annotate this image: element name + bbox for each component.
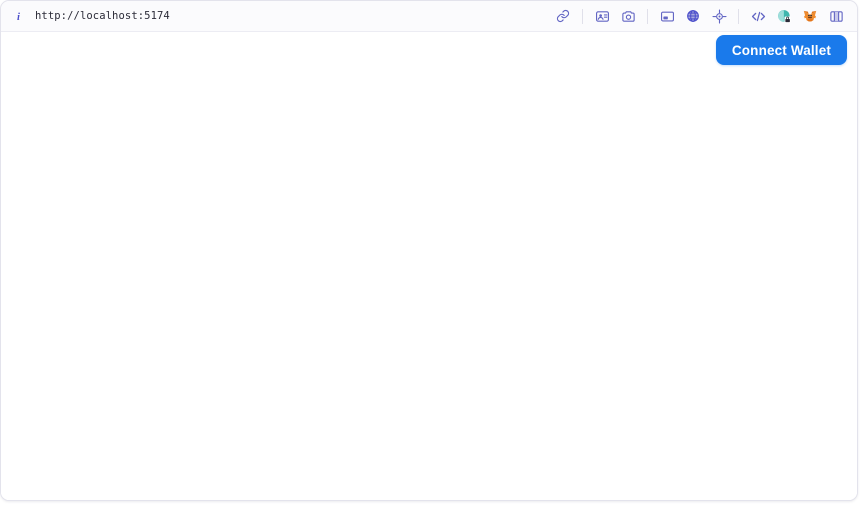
svg-text:i: i <box>17 12 20 23</box>
browser-toolbar: i http://localhost:5174 <box>1 1 857 32</box>
id-card-icon[interactable] <box>593 7 611 25</box>
page-viewport: Connect Wallet <box>1 32 857 500</box>
link-icon[interactable] <box>554 7 572 25</box>
info-icon[interactable]: i <box>11 9 25 23</box>
camera-icon[interactable] <box>619 7 637 25</box>
picture-in-picture-icon[interactable] <box>658 7 676 25</box>
metamask-fox-icon[interactable] <box>801 7 819 25</box>
toolbar-separator-1 <box>582 8 583 24</box>
toolbar-separator-3 <box>738 8 739 24</box>
toolbar-icon-group <box>550 1 849 31</box>
browser-window: i http://localhost:5174 Connect Wallet <box>0 0 858 501</box>
code-brackets-icon[interactable] <box>749 7 767 25</box>
address-bar[interactable]: i http://localhost:5174 <box>1 1 550 31</box>
toolbar-separator-2 <box>647 8 648 24</box>
globe-icon[interactable] <box>684 7 702 25</box>
app-main-content <box>1 72 857 500</box>
crosshair-icon[interactable] <box>710 7 728 25</box>
connect-wallet-button[interactable]: Connect Wallet <box>715 35 847 65</box>
shield-lock-icon[interactable] <box>775 7 793 25</box>
url-text: http://localhost:5174 <box>35 10 170 22</box>
sidebar-panel-icon[interactable] <box>827 7 845 25</box>
